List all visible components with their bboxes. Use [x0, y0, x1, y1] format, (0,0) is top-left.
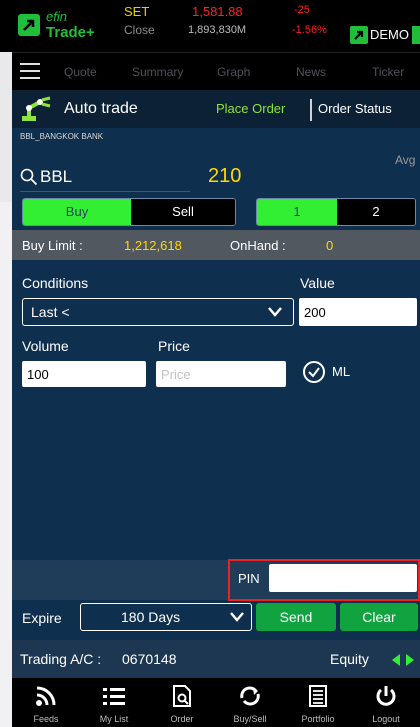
tab-divider [310, 99, 312, 121]
tab-logout[interactable]: Logout [352, 678, 420, 727]
clear-button[interactable]: Clear [340, 603, 418, 631]
tab-my-list[interactable]: My List [80, 678, 148, 727]
app-screen: efin Trade+ SET Close 1,581.88 1,893,830… [12, 0, 420, 727]
tab-portfolio[interactable]: Portfolio [284, 678, 352, 727]
side-toggle: Buy Sell [22, 198, 236, 226]
conditions-label: Conditions [22, 275, 89, 291]
tab-quote[interactable]: Quote [64, 65, 97, 79]
index-change-pct: -1.56% [292, 24, 327, 36]
limit-info-bar: Buy Limit : 1,212,618 OnHand : 0 [12, 230, 420, 260]
tab-order[interactable]: Order [148, 678, 216, 727]
account-2-toggle[interactable]: 2 [337, 199, 415, 225]
price-label: Price [158, 338, 190, 354]
condition-select[interactable]: Last < [22, 298, 294, 326]
tab-label: Portfolio [301, 714, 335, 724]
tab-label: Logout [372, 714, 400, 724]
volume-label: Volume [22, 338, 69, 354]
buy-limit-label: Buy Limit : [22, 238, 83, 253]
logo-arrow-icon [18, 14, 40, 36]
ml-label: ML [332, 364, 351, 379]
avg-label: Avg [395, 153, 416, 167]
logo-efin: efin [46, 9, 67, 24]
tab-place-order[interactable]: Place Order [216, 101, 285, 116]
tab-order-status[interactable]: Order Status [318, 101, 392, 116]
market-close-label: Close [124, 23, 155, 37]
demo-logo-icon [350, 26, 368, 44]
chevron-down-icon [268, 307, 282, 317]
market-header: efin Trade+ SET Close 1,581.88 1,893,830… [12, 0, 420, 52]
bottom-tabbar: Feeds My List Order Buy/Sell Portfolio L… [12, 678, 420, 727]
trading-account-bar: Trading A/C : 0670148 Equity [12, 640, 420, 678]
portfolio-icon [309, 685, 327, 707]
tab-ticker[interactable]: Ticker [372, 65, 404, 79]
index-change: -25 [294, 4, 310, 16]
onhand-label: OnHand : [230, 238, 286, 253]
top-nav: Quote Summary Graph News Ticker [12, 52, 420, 90]
rss-feed-icon [36, 686, 56, 706]
value-input[interactable] [299, 298, 417, 326]
expire-label: Expire [22, 610, 62, 626]
demo-mode-label[interactable]: DEMO [370, 27, 409, 42]
power-icon [376, 686, 396, 706]
tab-summary[interactable]: Summary [132, 65, 183, 79]
volume-input[interactable] [22, 361, 146, 387]
left-right-arrows-icon[interactable] [391, 653, 415, 667]
sell-toggle[interactable]: Sell [131, 199, 235, 225]
pin-input[interactable] [269, 564, 417, 592]
tab-label: Feeds [33, 714, 59, 724]
chevron-down-icon [230, 612, 244, 622]
expire-value: 180 Days [121, 609, 181, 625]
account-1-toggle[interactable]: 1 [257, 199, 337, 225]
list-icon [103, 688, 125, 705]
set-index-value: 1,581.88 [192, 4, 243, 19]
symbol-input[interactable] [40, 166, 180, 188]
search-icon[interactable] [20, 168, 38, 186]
tab-buy-sell[interactable]: Buy/Sell [216, 678, 284, 727]
hamburger-menu-icon[interactable] [20, 63, 40, 79]
tab-news[interactable]: News [296, 65, 326, 79]
backdrop-left-stripe [0, 52, 12, 202]
tab-label: Order [170, 714, 194, 724]
logo-trade: Trade+ [46, 24, 95, 41]
expire-select[interactable]: 180 Days [80, 603, 252, 631]
tab-label: Buy/Sell [233, 714, 267, 724]
order-document-icon [173, 685, 191, 707]
symbol-search [20, 164, 190, 192]
buy-toggle[interactable]: Buy [23, 199, 131, 225]
page-title: Auto trade [64, 100, 138, 117]
market-set-label: SET [124, 4, 150, 19]
account-type: Equity [330, 651, 369, 667]
trading-account-label: Trading A/C : [20, 651, 102, 667]
price-input[interactable] [156, 361, 286, 387]
pin-label: PIN [238, 571, 260, 586]
ml-check-icon[interactable] [302, 360, 326, 384]
tab-feeds[interactable]: Feeds [12, 678, 80, 727]
robot-arm-icon [22, 96, 51, 121]
market-volume: 1,893,830M [188, 24, 247, 36]
stock-full-name: BBL_BANGKOK BANK [20, 132, 104, 141]
tab-label: My List [99, 714, 129, 724]
onhand-value: 0 [326, 238, 334, 253]
value-label: Value [300, 275, 335, 291]
buy-sell-exchange-icon [240, 686, 260, 706]
tab-graph[interactable]: Graph [217, 65, 250, 79]
send-button[interactable]: Send [256, 603, 336, 631]
last-price: 210 [208, 165, 242, 187]
account-toggle: 1 2 [256, 198, 416, 226]
condition-value: Last < [31, 304, 70, 320]
auto-trade-titlebar: Auto trade Place Order Order Status [12, 90, 420, 128]
trading-account-number: 0670148 [122, 651, 177, 667]
buy-limit-value: 1,212,618 [124, 238, 182, 253]
demo-indicator [412, 26, 420, 44]
